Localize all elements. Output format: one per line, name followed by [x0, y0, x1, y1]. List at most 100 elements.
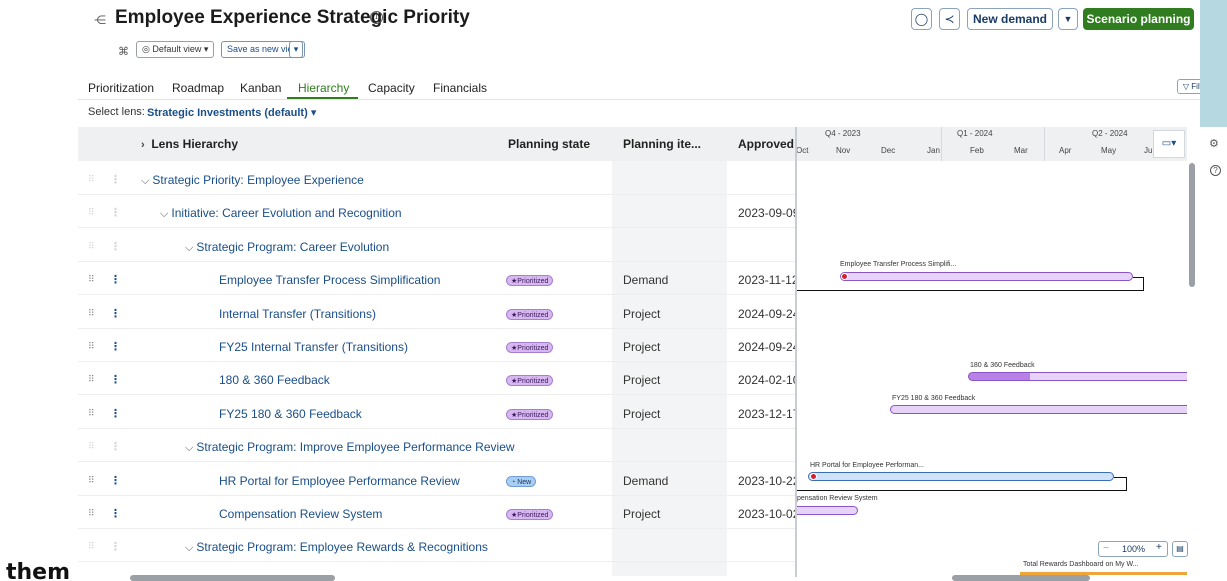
- fit-to-screen-icon[interactable]: ▤: [1172, 541, 1188, 557]
- drag-handle-icon[interactable]: ⠿: [88, 508, 95, 519]
- table-row[interactable]: ⌵ Strategic Program: Improve Employee Pe…: [185, 440, 515, 455]
- gantt-bar[interactable]: [808, 472, 1114, 481]
- table-row[interactable]: ⌵ Strategic Program: Employee Rewards & …: [185, 540, 488, 555]
- calendar-icon[interactable]: ▭▾: [1153, 130, 1185, 158]
- scenario-planning-button[interactable]: Scenario planning: [1083, 8, 1194, 30]
- drag-handle-icon[interactable]: ⠿: [88, 441, 95, 452]
- horizontal-scrollbar-gantt[interactable]: [952, 575, 1090, 581]
- status-badge: ★Prioritized: [506, 375, 554, 386]
- status-badge: ◔ New: [506, 476, 537, 487]
- horizontal-scrollbar-grid[interactable]: [130, 575, 335, 581]
- new-demand-caret[interactable]: ▼: [1058, 8, 1078, 30]
- month-label: Oct: [797, 146, 809, 155]
- row-menu-icon[interactable]: ⋮: [110, 240, 121, 253]
- drag-handle-icon[interactable]: ⠿: [88, 541, 95, 552]
- chevron-down-icon[interactable]: ⌵: [185, 542, 196, 554]
- row-name: Strategic Priority: Employee Experience: [152, 173, 364, 187]
- gantt-bar[interactable]: [890, 405, 1187, 414]
- drag-handle-icon[interactable]: ⠿: [88, 274, 95, 285]
- approved-start-date: 2023-12-17: [738, 407, 796, 421]
- col-header-planning-item[interactable]: Planning ite...: [623, 137, 701, 151]
- row-name: FY25 180 & 360 Feedback: [219, 407, 362, 421]
- table-row[interactable]: ⌵ Initiative: Career Evolution and Recog…: [160, 206, 402, 221]
- approved-start-date: 2024-09-24: [738, 307, 796, 321]
- table-row[interactable]: FY25 180 & 360 Feedback: [219, 407, 362, 421]
- month-label: Dec: [881, 146, 896, 155]
- row-menu-icon[interactable]: ⋮: [110, 340, 121, 353]
- month-label: Mar: [1014, 146, 1028, 155]
- month-label: Jan: [927, 146, 940, 155]
- col-header-planning-state[interactable]: Planning state: [508, 137, 590, 151]
- planning-item-type: Project: [623, 373, 661, 387]
- settings-gear-icon[interactable]: ⚙: [1209, 137, 1219, 150]
- planning-item-type: Demand: [623, 474, 669, 488]
- row-menu-icon[interactable]: ⋮: [110, 440, 121, 453]
- row-divider: [78, 394, 796, 396]
- row-menu-icon[interactable]: ⋮: [110, 407, 121, 420]
- row-menu-icon[interactable]: ⋮: [110, 206, 121, 219]
- collapse-panel-icon[interactable]: ⋲: [94, 13, 106, 27]
- gantt-bar[interactable]: [968, 372, 1187, 381]
- chevron-down-icon[interactable]: ⌵: [185, 242, 196, 254]
- help-icon[interactable]: ?: [1210, 165, 1221, 176]
- vertical-scrollbar[interactable]: [1189, 163, 1195, 287]
- new-demand-button[interactable]: New demand: [967, 8, 1053, 30]
- row-menu-icon[interactable]: ⋮: [110, 540, 121, 553]
- drag-handle-icon[interactable]: ⠿: [88, 341, 95, 352]
- table-row[interactable]: ⌵ Strategic Priority: Employee Experienc…: [141, 173, 364, 188]
- dependency-line: [797, 290, 1144, 291]
- row-menu-icon[interactable]: ⋮: [110, 307, 121, 320]
- drag-handle-icon[interactable]: ⠿: [88, 241, 95, 252]
- drag-handle-icon[interactable]: ⠿: [88, 408, 95, 419]
- table-row[interactable]: Compensation Review System: [219, 507, 382, 521]
- zoom-out-button[interactable]: −: [1103, 543, 1109, 554]
- save-view-caret[interactable]: ▾: [289, 41, 303, 58]
- drag-handle-icon[interactable]: ⠿: [88, 374, 95, 385]
- gantt-bar[interactable]: [797, 506, 858, 515]
- drag-handle-icon[interactable]: ⠿: [88, 475, 95, 486]
- default-view-dropdown[interactable]: ◎ Default view ▾: [136, 41, 215, 58]
- row-menu-icon[interactable]: ⋮: [110, 373, 121, 386]
- table-row[interactable]: FY25 Internal Transfer (Transitions): [219, 340, 408, 354]
- table-row[interactable]: 180 & 360 Feedback: [219, 373, 330, 387]
- gantt-bar[interactable]: [840, 272, 1133, 281]
- lens-label: Select lens:: [88, 106, 145, 118]
- share-icon[interactable]: ≺: [939, 8, 960, 30]
- tab-capacity[interactable]: Capacity: [368, 81, 415, 95]
- lens-dropdown[interactable]: Strategic Investments (default) ▾: [147, 106, 316, 119]
- binoculars-icon: ⌘: [118, 46, 129, 58]
- comment-icon[interactable]: ◯: [911, 8, 932, 30]
- tab-roadmap[interactable]: Roadmap: [172, 81, 224, 95]
- gantt-bar-label: FY25 180 & 360 Feedback: [892, 395, 976, 402]
- tab-financials[interactable]: Financials: [433, 81, 487, 95]
- table-row[interactable]: ⌵ Strategic Program: Career Evolution: [185, 240, 389, 255]
- tab-prioritization[interactable]: Prioritization: [88, 81, 154, 95]
- drag-handle-icon[interactable]: ⠿: [88, 308, 95, 319]
- row-name: HR Portal for Employee Performance Revie…: [219, 474, 460, 488]
- month-label: Nov: [836, 146, 851, 155]
- row-menu-icon[interactable]: ⋮: [110, 173, 121, 186]
- info-icon[interactable]: i: [370, 11, 383, 24]
- status-badge: ★Prioritized: [506, 342, 554, 353]
- table-row[interactable]: HR Portal for Employee Performance Revie…: [219, 474, 460, 488]
- row-menu-icon[interactable]: ⋮: [110, 273, 121, 286]
- col-header-approved[interactable]: Approved st: [738, 137, 796, 151]
- gantt-bar-label: pensation Review System: [797, 495, 878, 502]
- chevron-down-icon[interactable]: ⌵: [185, 442, 196, 454]
- table-row[interactable]: Internal Transfer (Transitions): [219, 307, 376, 321]
- zoom-in-button[interactable]: +: [1156, 542, 1162, 553]
- chevron-down-icon[interactable]: ⌵: [141, 175, 152, 187]
- col-header-lens-hierarchy[interactable]: › Lens Hierarchy: [141, 137, 238, 151]
- drag-handle-icon[interactable]: ⠿: [88, 207, 95, 218]
- tab-hierarchy[interactable]: Hierarchy: [298, 81, 349, 95]
- tab-kanban[interactable]: Kanban: [240, 81, 281, 95]
- chevron-down-icon[interactable]: ⌵: [160, 208, 171, 220]
- row-menu-icon[interactable]: ⋮: [110, 474, 121, 487]
- page-title: Employee Experience Strategic Priority: [115, 7, 470, 28]
- drag-handle-icon[interactable]: ⠿: [88, 174, 95, 185]
- row-menu-icon[interactable]: ⋮: [110, 507, 121, 520]
- approved-start-date: 2024-09-24: [738, 340, 796, 354]
- status-badge: ★Prioritized: [506, 509, 554, 520]
- table-row[interactable]: Employee Transfer Process Simplification: [219, 273, 440, 287]
- quarter-separator: [941, 127, 942, 161]
